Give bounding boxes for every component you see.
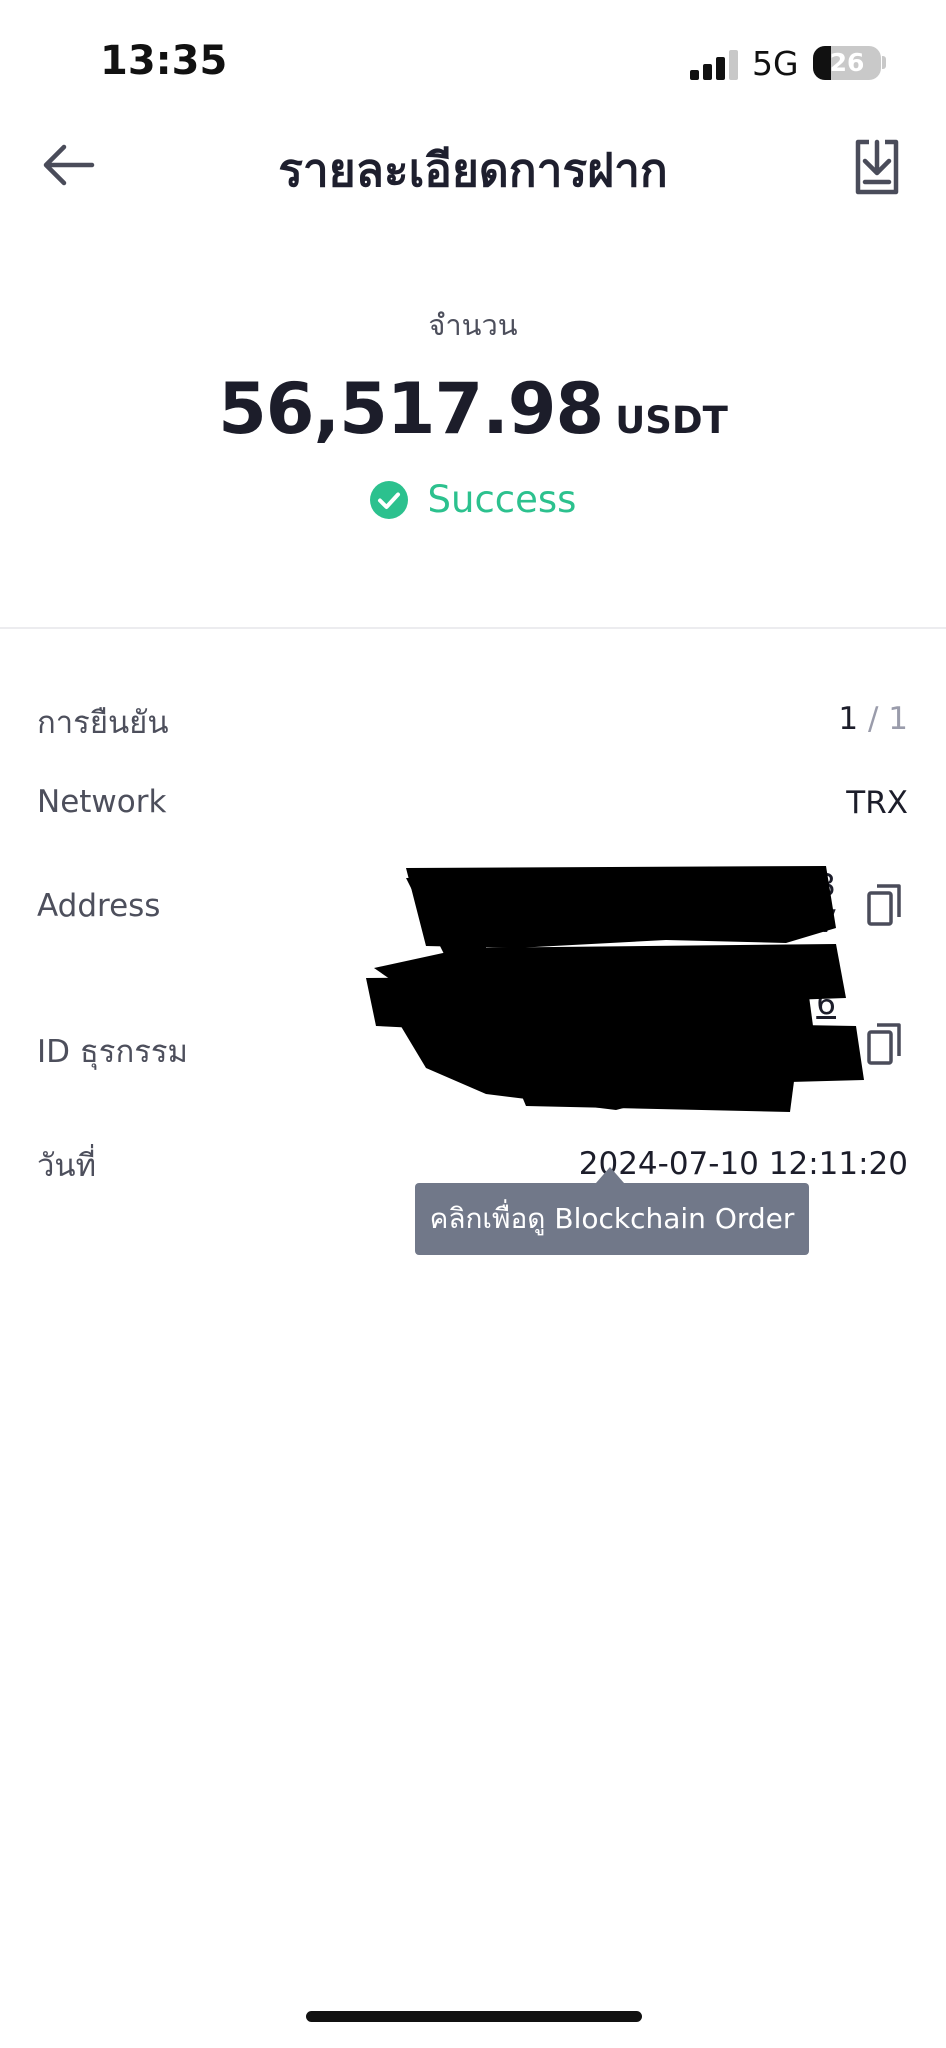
copy-txid-button[interactable] bbox=[866, 1022, 902, 1066]
network-type: 5G bbox=[752, 44, 799, 83]
blockchain-order-tooltip[interactable]: คลิกเพื่อดู Blockchain Order bbox=[415, 1183, 809, 1255]
date-label: วันที่ bbox=[37, 1148, 97, 1184]
tooltip-arrow bbox=[596, 1167, 624, 1183]
confirmations-total: / 1 bbox=[858, 701, 908, 737]
status-time: 13:35 bbox=[100, 38, 228, 84]
confirmations-current: 1 bbox=[838, 701, 859, 737]
copy-address-button[interactable] bbox=[866, 883, 902, 927]
copy-icon bbox=[867, 1023, 901, 1065]
status-row: Success bbox=[0, 478, 946, 521]
battery-tip bbox=[882, 56, 886, 69]
amount-row: 56,517.98 USDT bbox=[0, 368, 946, 450]
section-divider bbox=[0, 627, 946, 629]
copy-icon bbox=[867, 884, 901, 926]
amount-unit: USDT bbox=[615, 399, 728, 442]
page-title: รายละเอียดการฝาก bbox=[278, 143, 668, 197]
confirmations-label: การยืนยัน bbox=[37, 705, 169, 741]
cellular-signal-icon bbox=[690, 48, 742, 80]
battery-icon: 26 bbox=[813, 46, 881, 80]
home-indicator[interactable] bbox=[306, 2011, 642, 2022]
address-label: Address bbox=[37, 888, 161, 924]
network-label: Network bbox=[37, 784, 167, 820]
network-value: TRX bbox=[846, 785, 908, 821]
amount-value: 56,517.98 bbox=[218, 368, 604, 450]
check-circle-icon bbox=[369, 480, 408, 519]
redaction-scribble bbox=[366, 866, 864, 1112]
download-button[interactable] bbox=[852, 138, 902, 196]
txid-label: ID ธุรกรรม bbox=[37, 1034, 188, 1070]
date-value: 2024-07-10 12:11:20 bbox=[578, 1146, 908, 1182]
amount-label: จำนวน bbox=[428, 308, 518, 342]
download-icon bbox=[855, 139, 899, 195]
status-text: Success bbox=[427, 478, 577, 521]
battery-level: 26 bbox=[829, 48, 865, 77]
confirmations-value: 1 / 1 bbox=[838, 701, 908, 737]
